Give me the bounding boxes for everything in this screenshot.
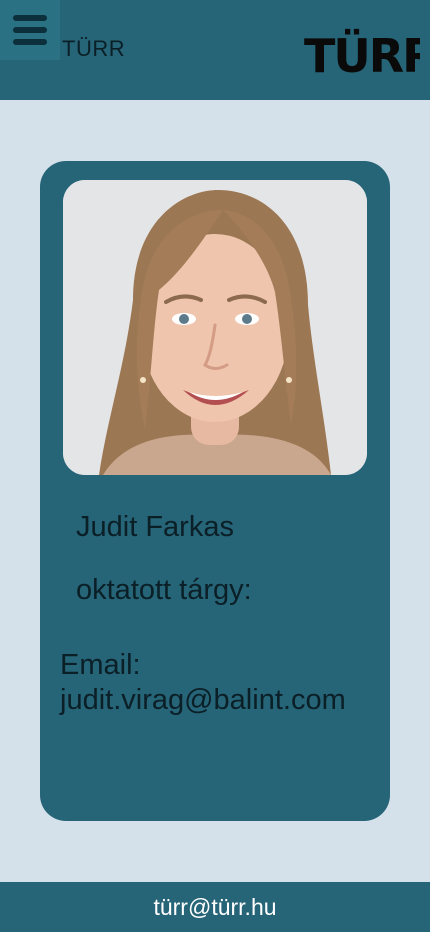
logo-text: TÜRR bbox=[304, 29, 420, 76]
turr-logo: TÜRR bbox=[304, 29, 420, 76]
brand-name: TÜRR bbox=[62, 36, 126, 61]
portrait-image bbox=[63, 180, 367, 475]
email-block: Email: judit.virag@balint.com bbox=[60, 648, 346, 718]
email-value: judit.virag@balint.com bbox=[60, 684, 346, 716]
teacher-name: Judit Farkas bbox=[76, 511, 234, 543]
app-header: TÜRR TÜRR bbox=[0, 0, 430, 100]
email-label: Email: bbox=[60, 649, 141, 681]
subject-label: oktatott tárgy: bbox=[76, 574, 252, 606]
app-footer: türr@türr.hu bbox=[0, 882, 430, 932]
teacher-photo bbox=[63, 180, 367, 475]
footer-email-link[interactable]: türr@türr.hu bbox=[153, 894, 276, 921]
teacher-card: Judit Farkas oktatott tárgy: Email: judi… bbox=[40, 161, 390, 821]
hamburger-menu-icon bbox=[13, 15, 47, 45]
menu-button[interactable] bbox=[0, 0, 60, 60]
